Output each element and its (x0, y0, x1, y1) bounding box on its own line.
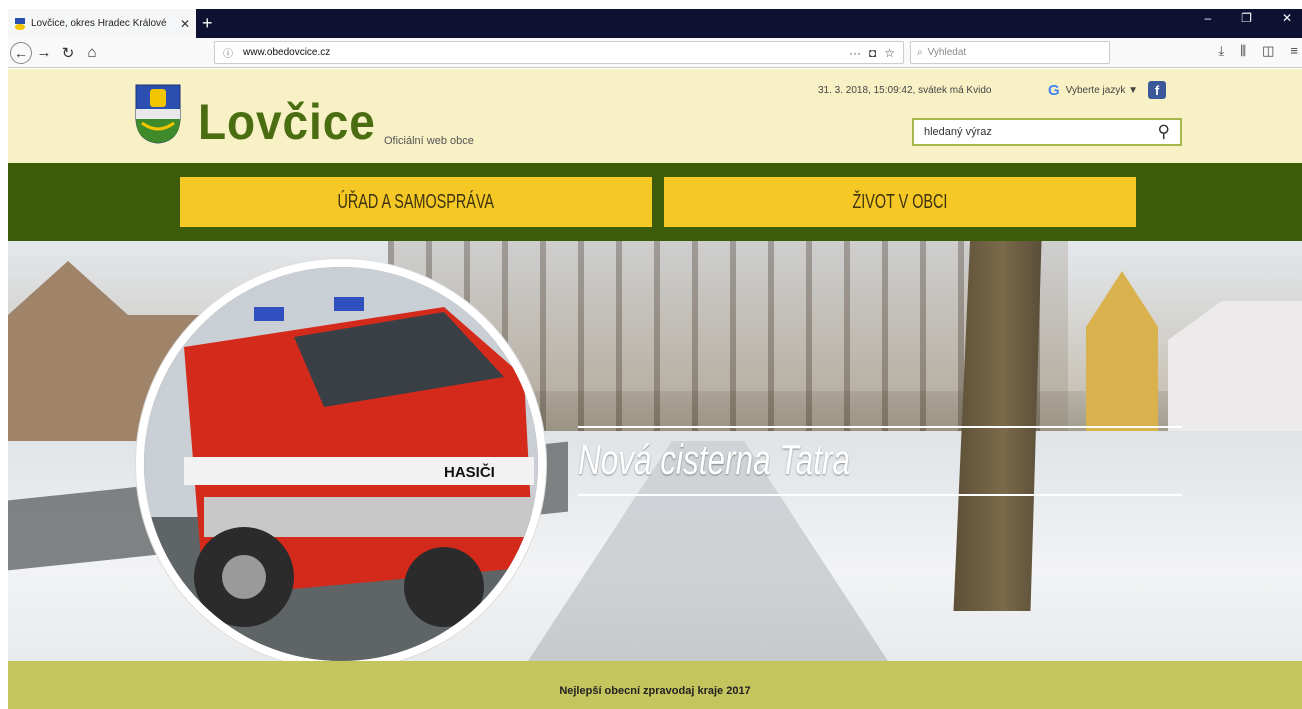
language-label: Vyberte jazyk ▼ (1065, 84, 1139, 96)
browser-window: Lovčice, okres Hradec Králové ✕ + – ❐ ✕ … (0, 0, 1302, 709)
facebook-icon[interactable]: f (1148, 81, 1167, 99)
date-time-nameday: 31. 3. 2018, 15:09:42, svátek má Kvido (818, 85, 992, 96)
hero-headline-text: Nová cisterna Tatra (578, 436, 850, 483)
search-icon[interactable]: ⚲ (1158, 122, 1170, 142)
new-tab-button[interactable]: + (202, 10, 213, 36)
main-menu: ÚŘAD A SAMOSPRÁVA ŽIVOT V OBCI (8, 163, 1302, 241)
truck-hasici-label: HASIČI (444, 463, 495, 481)
site-brand-name[interactable]: Lovčice (198, 93, 376, 151)
window-controls: – ❐ ✕ (1204, 11, 1292, 25)
site-search-input[interactable]: hledaný výraz ⚲ (912, 118, 1182, 146)
tab-title: Lovčice, okres Hradec Králové (31, 18, 167, 29)
reload-button[interactable]: ↻ (56, 41, 80, 65)
menu-icon[interactable]: ≡ (1290, 43, 1298, 59)
restore-button[interactable]: ❐ (1241, 11, 1252, 25)
search-icon: ⌕ (917, 47, 923, 58)
back-button[interactable]: ← (10, 41, 32, 64)
fire-truck-photo: HASIČI (136, 259, 546, 661)
url-text: www.obedovcice.cz (243, 47, 331, 58)
site-search-placeholder: hledaný výraz (924, 126, 992, 138)
menu-item-zivot[interactable]: ŽIVOT V OBCI (664, 177, 1136, 227)
tab-strip: Lovčice, okres Hradec Králové ✕ + – ❐ ✕ (0, 0, 1302, 38)
browser-tab[interactable]: Lovčice, okres Hradec Králové ✕ (8, 9, 196, 38)
hero-banner[interactable]: HASIČI Nová cisterna Tatra (8, 241, 1302, 661)
menu-item-label: ŽIVOT V OBCI (852, 190, 948, 213)
minimize-button[interactable]: – (1204, 11, 1211, 25)
tab-close-icon[interactable]: ✕ (180, 17, 190, 31)
pocket-icon[interactable]: ◘ (869, 46, 876, 60)
browser-search-placeholder: Vyhledat (927, 47, 967, 58)
site-tagline: Oficiální web obce (384, 135, 474, 147)
bottom-banner: Nejlepší obecní zpravodaj kraje 2017 (8, 661, 1302, 709)
page-actions-menu-icon[interactable]: ··· (849, 46, 861, 60)
browser-search-box[interactable]: ⌕ Vyhledat (910, 41, 1110, 64)
info-icon[interactable]: ⓘ (223, 45, 233, 60)
site-favicon-icon (14, 17, 26, 30)
menu-item-urad[interactable]: ÚŘAD A SAMOSPRÁVA (180, 177, 652, 227)
navigation-toolbar: ← → ↻ ⌂ ⓘ www.obedovcice.cz ··· ◘ ☆ ⌕ Vy… (8, 38, 1302, 68)
menu-item-label: ÚŘAD A SAMOSPRÁVA (337, 190, 495, 213)
download-icon[interactable]: ⤓ (1218, 43, 1224, 59)
library-icon[interactable]: ⫼ (1240, 43, 1246, 59)
home-icon[interactable]: ⌂ (80, 41, 104, 65)
site-header: Lovčice Oficiální web obce 31. 3. 2018, … (8, 69, 1302, 163)
hero-headline[interactable]: Nová cisterna Tatra (578, 426, 1182, 496)
close-window-button[interactable]: ✕ (1282, 11, 1292, 25)
bookmark-star-icon[interactable]: ☆ (884, 46, 895, 60)
page-actions: ··· ◘ ☆ (849, 46, 895, 60)
website: Lovčice Oficiální web obce 31. 3. 2018, … (8, 69, 1302, 709)
url-bar[interactable]: ⓘ www.obedovcice.cz ··· ◘ ☆ (214, 41, 904, 64)
sidebar-icon[interactable]: ◫ (1262, 43, 1274, 59)
forward-button[interactable]: → (32, 41, 56, 65)
browser-tools: ⤓ ⫼ ◫ ≡ (1218, 43, 1298, 59)
bottom-banner-title: Nejlepší obecní zpravodaj kraje 2017 (559, 685, 751, 697)
google-translate-icon: G (1048, 81, 1060, 99)
coat-of-arms-logo[interactable] (132, 83, 184, 145)
language-selector[interactable]: G Vyberte jazyk ▼ f (1048, 81, 1167, 99)
